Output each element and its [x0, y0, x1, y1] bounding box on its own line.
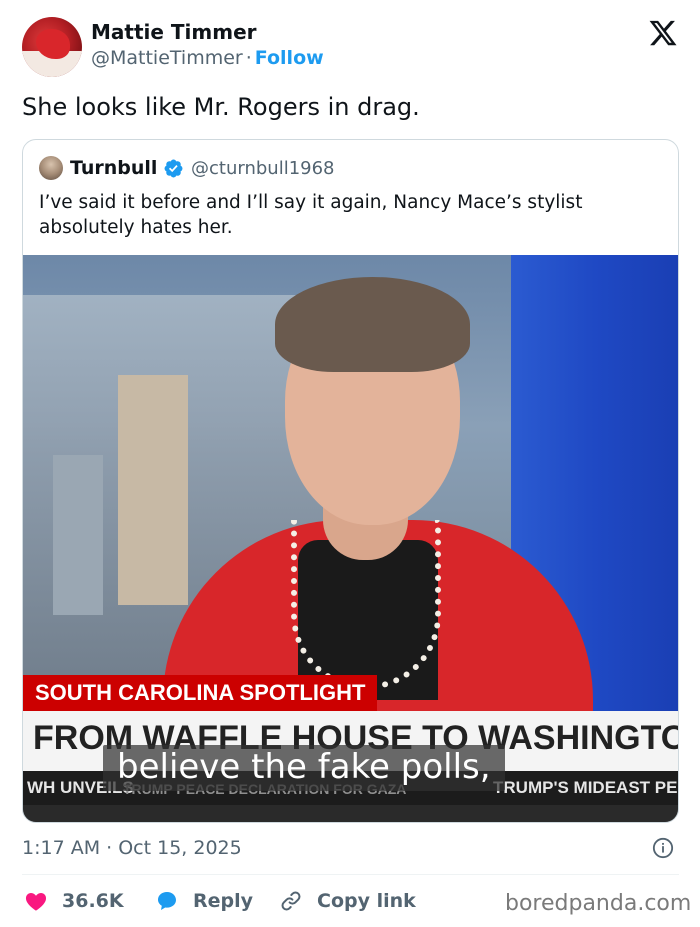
person-hair — [275, 277, 470, 372]
reply-button[interactable]: Reply — [155, 888, 253, 914]
reply-label: Reply — [193, 890, 254, 912]
info-icon[interactable] — [652, 837, 674, 859]
tweet-text: She looks like Mr. Rogers in drag. — [22, 93, 420, 121]
media-bottom-strip — [23, 805, 678, 822]
link-icon — [281, 891, 301, 911]
reply-bubble-icon — [158, 892, 176, 910]
tweet-timestamp[interactable]: 1:17 AM · Oct 15, 2025 — [22, 837, 242, 859]
quoted-tweet-text: I’ve said it before and I’ll say it agai… — [39, 192, 583, 238]
quoted-author-handle: @cturnbull1968 — [191, 158, 335, 179]
author-handle[interactable]: @MattieTimmer — [91, 47, 243, 69]
follow-button[interactable]: Follow — [255, 47, 324, 69]
tower-shape — [118, 375, 188, 605]
video-caption: believe the fake polls, — [103, 745, 505, 791]
watermark: boredpanda.com — [505, 891, 692, 916]
author-meta: @MattieTimmer · Follow — [91, 47, 324, 69]
building-shape — [53, 455, 103, 615]
author-name[interactable]: Mattie Timmer — [91, 20, 257, 44]
quoted-author-name: Turnbull — [70, 157, 158, 179]
x-logo-icon[interactable] — [647, 18, 679, 48]
quoted-author-avatar — [39, 156, 63, 180]
pearl-necklace — [291, 520, 441, 690]
tweet-card: Mattie Timmer @MattieTimmer · Follow She l… — [0, 0, 700, 927]
news-tag: SOUTH CAROLINA SPOTLIGHT — [23, 675, 378, 711]
copy-link-label: Copy link — [317, 890, 416, 912]
verified-badge-icon — [164, 159, 183, 178]
copy-link-button[interactable]: Copy link — [279, 888, 416, 914]
like-button[interactable]: 36.6K — [24, 888, 124, 914]
meta-separator: · — [245, 47, 252, 69]
quoted-tweet[interactable]: Turnbull @cturnbull1968 I’ve said it bef… — [22, 139, 679, 823]
like-count: 36.6K — [62, 890, 124, 912]
quoted-media-image[interactable]: SOUTH CAROLINA SPOTLIGHT FROM WAFFLE HOU… — [23, 255, 678, 822]
heart-icon — [25, 893, 47, 911]
divider — [22, 874, 679, 875]
author-avatar[interactable] — [22, 17, 82, 77]
ticker-right: TRUMP'S MIDEAST PEA — [493, 778, 678, 797]
